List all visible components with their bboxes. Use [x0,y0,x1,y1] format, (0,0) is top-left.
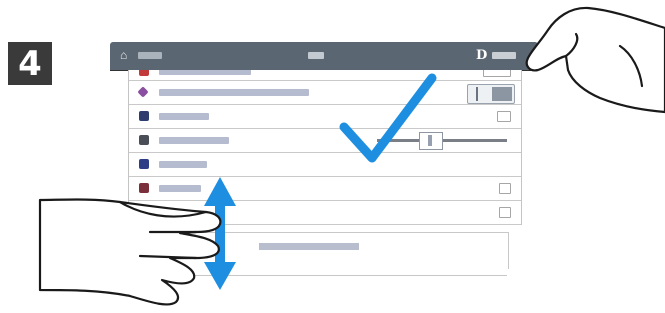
swiping-hand-icon [38,198,222,306]
checkmark-icon [339,73,437,163]
tapping-hand-icon [525,6,665,114]
gesture-overlay [38,6,665,306]
swipe-arrow-icon [204,177,236,290]
